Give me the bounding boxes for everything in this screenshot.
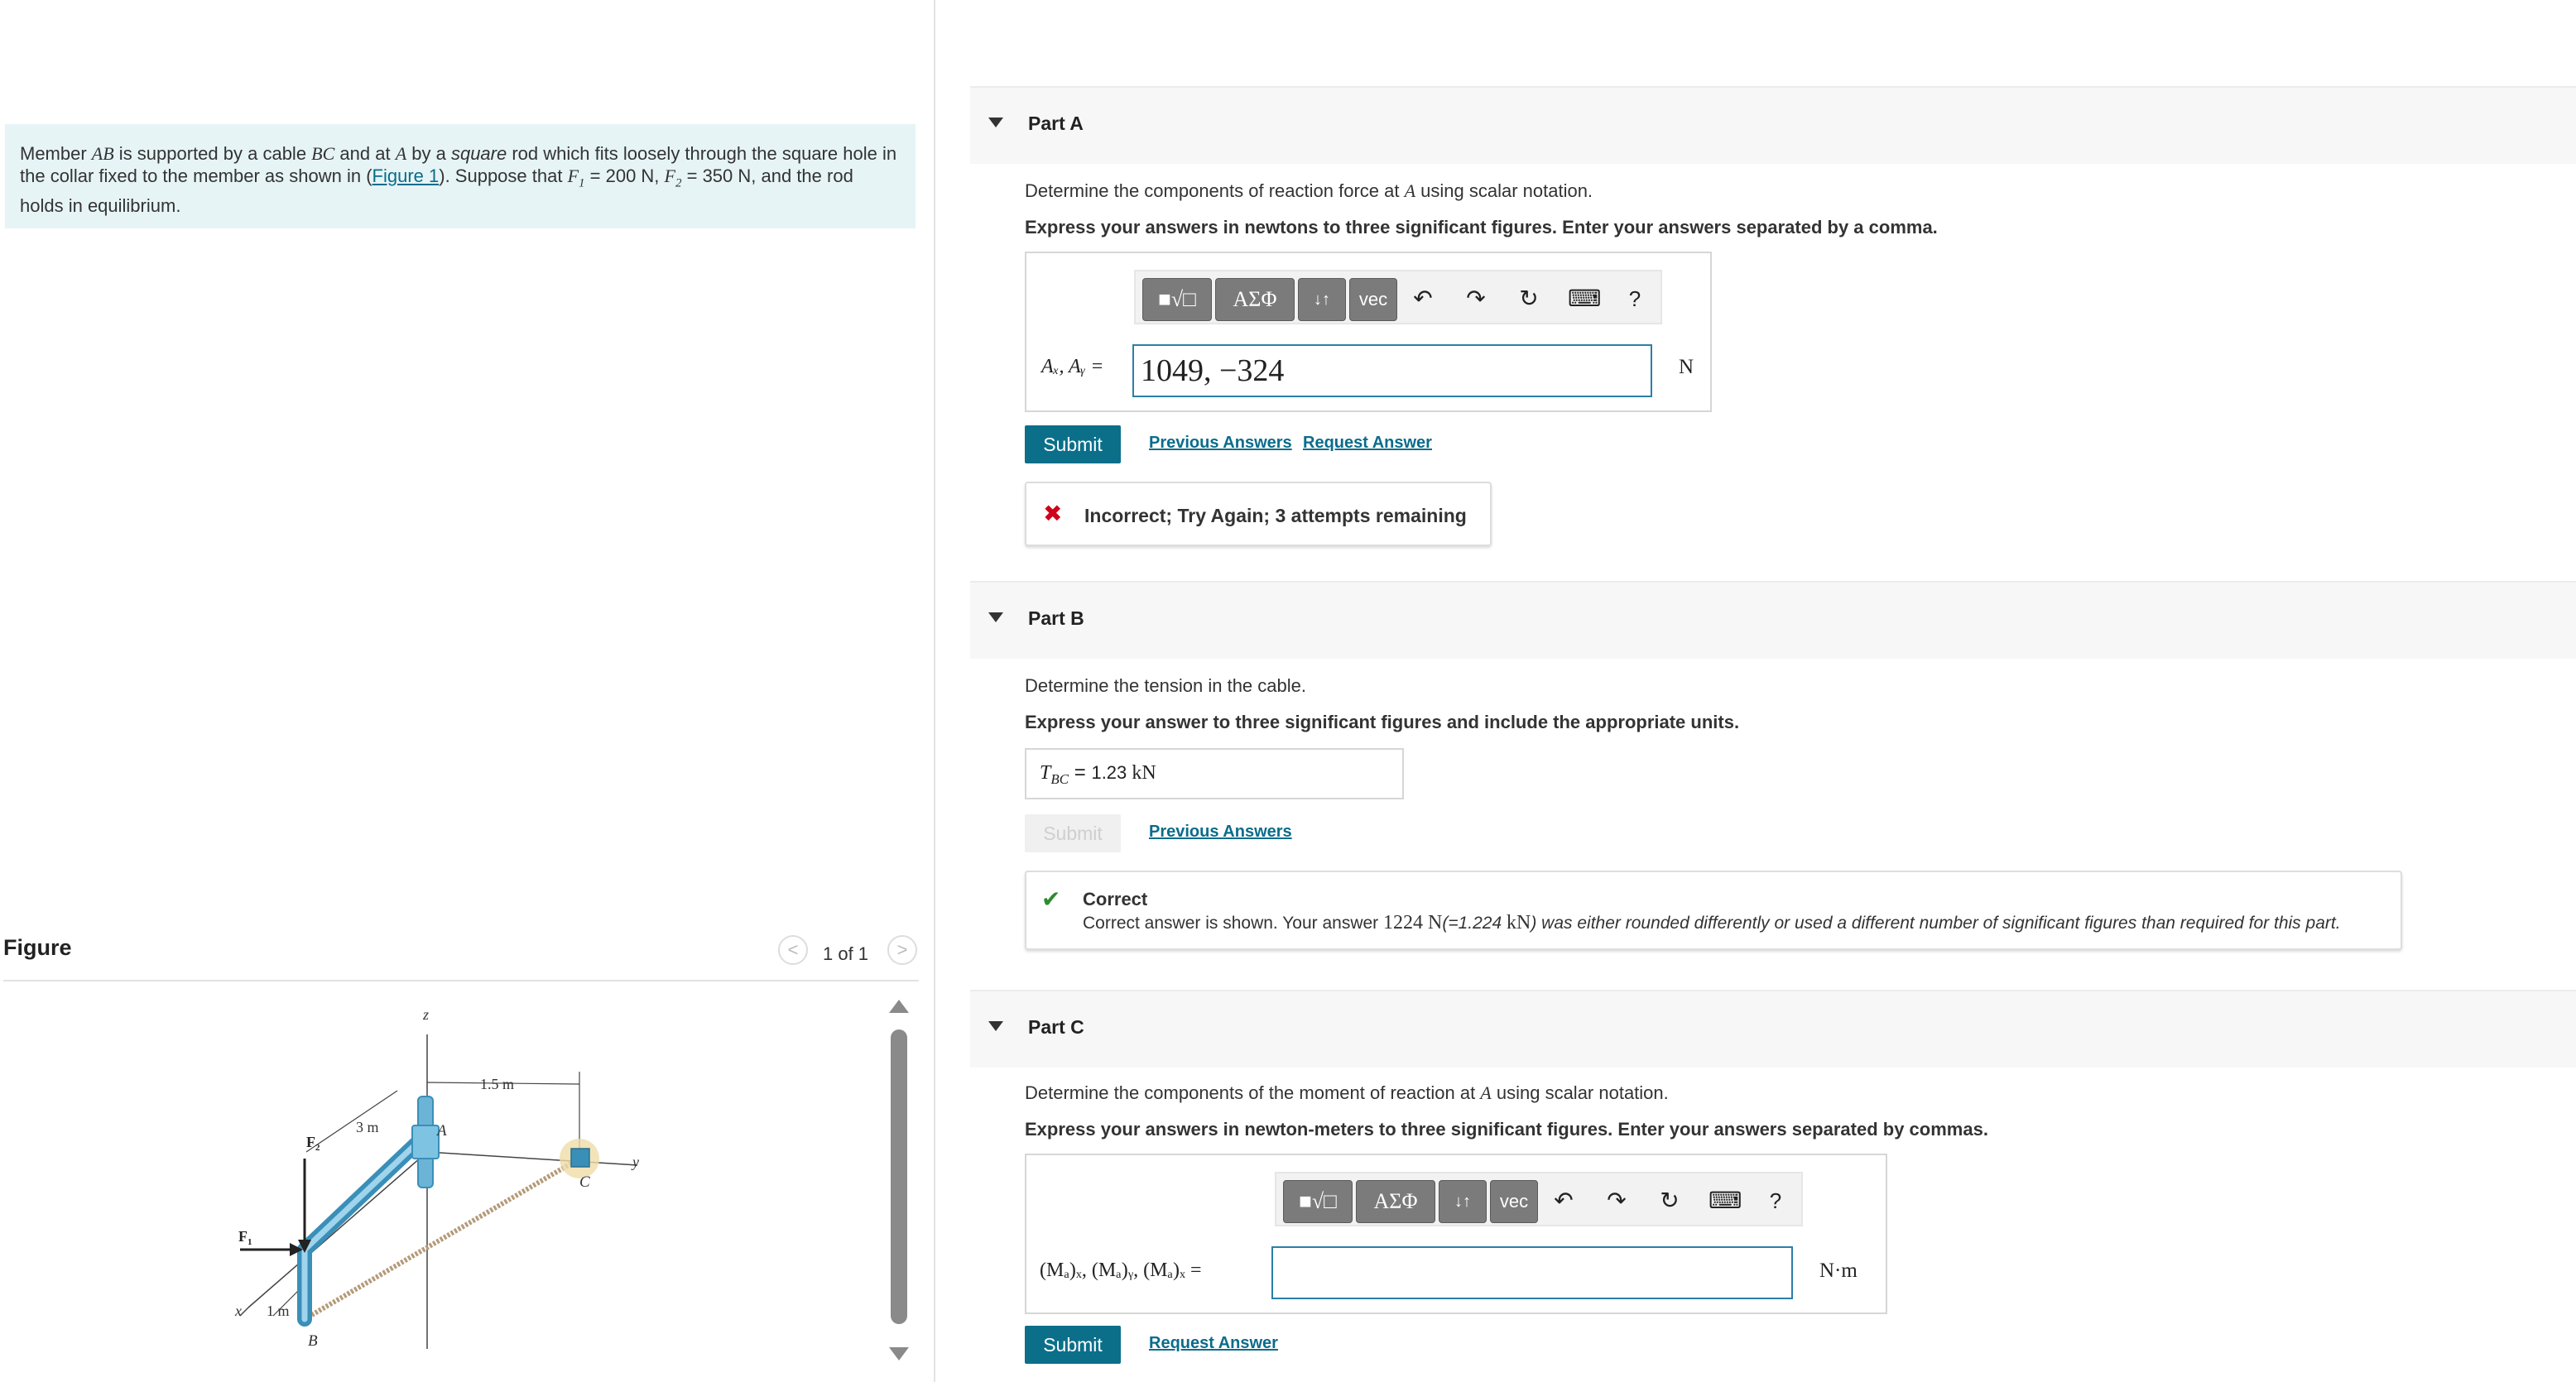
- part-a-request-answer-link[interactable]: Request Answer: [1303, 434, 1432, 453]
- dim-1m: 1 m: [267, 1303, 290, 1319]
- part-c-answer-box: ■√□ AΣΦ ↓↑ vec ↶ ↷ ↻ ⌨ ? (Mₐ)ₓ, (Mₐ)ᵧ, (…: [1025, 1154, 1887, 1314]
- svg-text:2: 2: [315, 1143, 320, 1153]
- correct-check-icon: ✔: [1041, 886, 1061, 912]
- part-c-answer-input[interactable]: [1271, 1246, 1793, 1299]
- collar: [411, 1125, 440, 1159]
- undo-icon[interactable]: ↶: [1409, 285, 1437, 313]
- label-a: A: [435, 1122, 447, 1140]
- cable-bc: [303, 1156, 581, 1322]
- part-a-previous-answers-link[interactable]: Previous Answers: [1149, 434, 1292, 453]
- right-panel: Part A Determine the components of react…: [970, 0, 2576, 1382]
- part-b-previous-answers-link[interactable]: Previous Answers: [1149, 823, 1292, 842]
- part-a-feedback: ✖ Incorrect; Try Again; 3 attempts remai…: [1025, 482, 1492, 546]
- help-icon[interactable]: ?: [1761, 1187, 1790, 1215]
- part-b-feedback-title: Correct: [1083, 889, 1148, 909]
- part-b-submit-button: Submit: [1025, 814, 1121, 852]
- part-a-feedback-text: Incorrect; Try Again; 3 attempts remaini…: [1084, 505, 1467, 526]
- part-c-instruction: Express your answers in newton-meters to…: [1025, 1119, 1988, 1140]
- figure-link[interactable]: Figure 1: [372, 166, 440, 186]
- part-b-title: Part B: [1028, 607, 1084, 629]
- part-b-answer-display: TBC = 1.23 kN: [1040, 761, 1156, 787]
- keyboard-icon[interactable]: ⌨: [1709, 1187, 1742, 1215]
- templates-button[interactable]: ■√□: [1283, 1180, 1353, 1223]
- keyboard-icon[interactable]: ⌨: [1568, 285, 1601, 313]
- scroll-up-icon[interactable]: [887, 998, 911, 1015]
- reset-icon[interactable]: ↻: [1656, 1187, 1684, 1215]
- part-c-request-answer-link[interactable]: Request Answer: [1149, 1334, 1278, 1353]
- scrollbar-thumb[interactable]: [891, 1029, 907, 1324]
- label-f2: F: [306, 1134, 315, 1150]
- part-a-header[interactable]: Part A: [970, 86, 2576, 164]
- label-x: x: [234, 1303, 242, 1319]
- part-c-unit: N·m: [1819, 1260, 1858, 1282]
- undo-icon[interactable]: ↶: [1550, 1187, 1578, 1215]
- figure-pager-text: 1 of 1: [823, 943, 869, 964]
- scroll-down-icon[interactable]: [887, 1346, 911, 1362]
- svg-text:1: 1: [248, 1237, 252, 1247]
- part-a-submit-button[interactable]: Submit: [1025, 425, 1121, 463]
- part-a-unit: N: [1679, 356, 1694, 378]
- next-figure-button[interactable]: >: [887, 935, 917, 965]
- greek-symbols-button[interactable]: AΣΦ: [1215, 278, 1295, 321]
- arrows-button[interactable]: ↓↑: [1439, 1180, 1487, 1223]
- incorrect-x-icon: ✖: [1043, 501, 1063, 526]
- part-c-title: Part C: [1028, 1016, 1084, 1038]
- part-c-lhs: (Mₐ)ₓ, (Mₐ)ᵧ, (Mₐ)ₓ =: [1040, 1260, 1202, 1281]
- y-axis: [426, 1151, 638, 1166]
- part-a-question: Determine the components of reaction for…: [1025, 180, 1593, 201]
- vector-button[interactable]: vec: [1349, 278, 1397, 321]
- label-z: z: [422, 1006, 429, 1023]
- dim-1-5m: 1.5 m: [480, 1076, 514, 1092]
- part-b-feedback: ✔ Correct Correct answer is shown. Your …: [1025, 871, 2402, 950]
- part-b-question: Determine the tension in the cable.: [1025, 675, 1306, 696]
- redo-icon[interactable]: ↷: [1603, 1187, 1631, 1215]
- part-b-feedback-text: Correct answer is shown. Your answer 122…: [1083, 912, 2341, 933]
- part-a-title: Part A: [1028, 113, 1084, 134]
- part-a-answer-input[interactable]: 1049, −324: [1132, 344, 1652, 397]
- label-f1: F: [238, 1228, 248, 1245]
- dim-3m: 3 m: [356, 1119, 379, 1135]
- figure-scrollbar[interactable]: [887, 993, 911, 1374]
- vector-button[interactable]: vec: [1490, 1180, 1538, 1223]
- part-b-answer-box: TBC = 1.23 kN: [1025, 748, 1404, 799]
- templates-button[interactable]: ■√□: [1142, 278, 1212, 321]
- part-a-answer-box: ■√□ AΣΦ ↓↑ vec ↶ ↷ ↻ ⌨ ? Aₓ, Aᵧ = 1049, …: [1025, 252, 1712, 412]
- left-panel: Member AB is supported by a cable BC and…: [0, 0, 935, 1382]
- part-b-instruction: Express your answer to three significant…: [1025, 712, 1740, 732]
- arrows-button[interactable]: ↓↑: [1298, 278, 1346, 321]
- support-c: [570, 1148, 590, 1168]
- label-b: B: [308, 1332, 318, 1350]
- label-c: C: [579, 1173, 590, 1191]
- x-axis: [248, 1151, 428, 1308]
- part-c-header[interactable]: Part C: [970, 990, 2576, 1068]
- greek-symbols-button[interactable]: AΣΦ: [1356, 1180, 1435, 1223]
- help-icon[interactable]: ?: [1621, 285, 1649, 313]
- collapse-triangle-icon[interactable]: [988, 118, 1003, 127]
- figure-header: Figure < 1 of 1 >: [3, 935, 919, 981]
- collapse-triangle-icon[interactable]: [988, 612, 1003, 622]
- problem-statement: Member AB is supported by a cable BC and…: [5, 124, 916, 228]
- part-a-lhs: Aₓ, Aᵧ =: [1041, 356, 1104, 377]
- reset-icon[interactable]: ↻: [1515, 285, 1543, 313]
- part-c-math-toolbar: ■√□ AΣΦ ↓↑ vec ↶ ↷ ↻ ⌨ ?: [1275, 1172, 1803, 1226]
- part-b-header[interactable]: Part B: [970, 581, 2576, 659]
- label-y: y: [631, 1154, 639, 1170]
- part-a-instruction: Express your answers in newtons to three…: [1025, 217, 1938, 238]
- prev-figure-button[interactable]: <: [778, 935, 808, 965]
- part-c-submit-button[interactable]: Submit: [1025, 1326, 1121, 1364]
- figure-title: Figure: [3, 935, 72, 960]
- redo-icon[interactable]: ↷: [1462, 285, 1490, 313]
- part-a-math-toolbar: ■√□ AΣΦ ↓↑ vec ↶ ↷ ↻ ⌨ ?: [1134, 270, 1662, 324]
- collapse-triangle-icon[interactable]: [988, 1021, 1003, 1031]
- figure-image: z y x A B C F 1 F 2 3 m 1.5 m 1 m: [234, 1006, 639, 1350]
- part-c-question: Determine the components of the moment o…: [1025, 1082, 1669, 1103]
